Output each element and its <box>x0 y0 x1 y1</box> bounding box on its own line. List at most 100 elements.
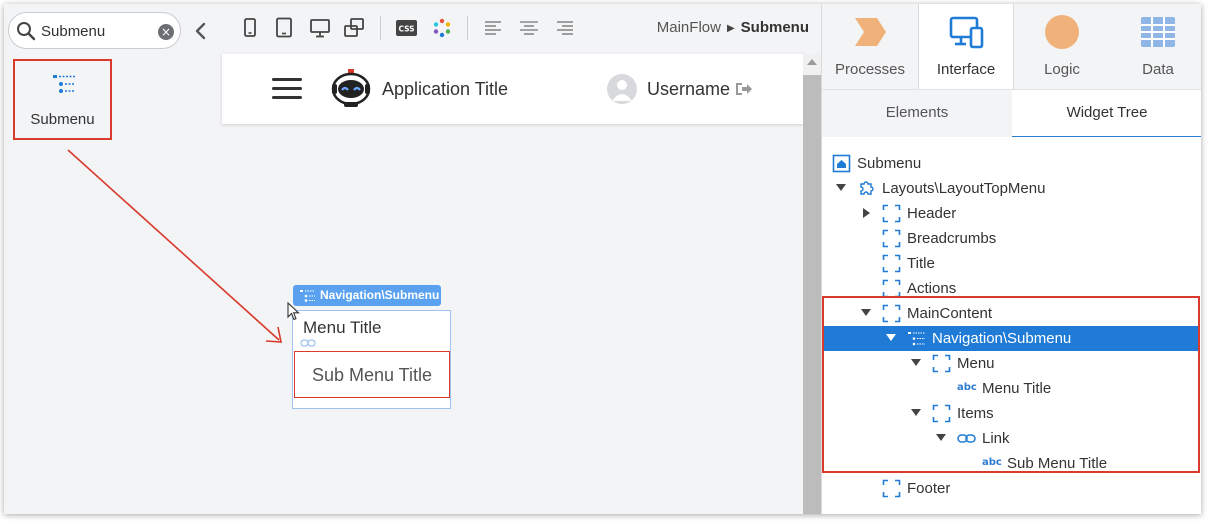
submenu-icon <box>53 75 75 93</box>
placeholder-icon <box>932 404 951 423</box>
expand-caret-icon[interactable] <box>836 184 846 191</box>
tree-item-sub-menu-title[interactable]: abc Sub Menu Title <box>822 451 1198 476</box>
tree-item-navigation-submenu[interactable]: Navigation\Submenu <box>822 326 1198 351</box>
tree-item-link[interactable]: Link <box>822 426 1198 451</box>
text-icon: abc <box>982 457 1002 468</box>
tree-item-footer[interactable]: Footer <box>822 476 1198 501</box>
tree-item-header[interactable]: Header <box>822 201 1198 226</box>
main-tabs: Processes Interface Logic Data <box>822 4 1201 89</box>
tab-logic[interactable]: Logic <box>1014 4 1110 89</box>
widget-search[interactable]: × <box>8 12 181 49</box>
widget-tile-label: Submenu <box>30 111 95 128</box>
widget-badge-label: Navigation\Submenu <box>320 288 440 302</box>
tree-item-label: Header <box>907 205 957 222</box>
sub-tabs: Elements Widget Tree <box>822 89 1201 138</box>
tree-item-breadcrumbs[interactable]: Breadcrumbs <box>822 226 1198 251</box>
widget-toolbox: × Submenu <box>4 4 222 514</box>
theme-icon[interactable] <box>430 17 454 39</box>
tree-item-menu[interactable]: Menu <box>822 351 1198 376</box>
block-icon <box>860 181 874 195</box>
tree-item-label: Breadcrumbs <box>907 230 997 247</box>
tree-item-label: MainContent <box>907 305 993 322</box>
avatar[interactable] <box>607 74 637 104</box>
tree-item-label: Navigation\Submenu <box>932 330 1072 347</box>
robot-logo-icon <box>331 69 371 107</box>
link-icon <box>300 339 316 347</box>
processes-icon <box>855 18 886 46</box>
placeholder-icon <box>882 304 901 323</box>
submenu-icon <box>300 290 315 302</box>
toolbar-divider <box>380 16 381 40</box>
tab-label: Data <box>1142 61 1174 78</box>
tab-elements[interactable]: Elements <box>822 90 1012 138</box>
expand-caret-icon[interactable] <box>936 434 946 441</box>
tab-data[interactable]: Data <box>1110 4 1201 89</box>
sub-menu-title[interactable]: Sub Menu Title <box>295 365 449 386</box>
tree-item-maincontent[interactable]: MainContent <box>822 301 1198 326</box>
placeholder-icon <box>882 279 901 298</box>
phone-icon[interactable] <box>238 17 262 39</box>
css-icon[interactable]: CSS <box>395 17 419 39</box>
align-right-icon[interactable] <box>552 17 576 39</box>
tree-item-actions[interactable]: Actions <box>822 276 1198 301</box>
logout-icon[interactable] <box>734 81 752 97</box>
tab-processes[interactable]: Processes <box>822 4 918 89</box>
app-header-preview[interactable]: Application Title Username <box>222 54 803 124</box>
tab-label: Logic <box>1044 61 1080 78</box>
placeholder-icon <box>882 229 901 248</box>
link-icon <box>957 434 976 443</box>
right-panel: Processes Interface Logic Data Elements … <box>821 4 1201 514</box>
expand-caret-icon[interactable] <box>911 409 921 416</box>
text-icon: abc <box>957 382 977 393</box>
tree-item-label: Footer <box>907 480 951 497</box>
expand-caret-icon[interactable] <box>863 208 870 218</box>
tree-item-submenu[interactable]: Submenu <box>822 151 1198 176</box>
expand-caret-icon[interactable] <box>911 359 921 366</box>
expand-caret-icon[interactable] <box>886 334 896 341</box>
tree-item-label: Title <box>907 255 935 272</box>
placeholder-icon <box>882 204 901 223</box>
breadcrumb-flow[interactable]: MainFlow <box>657 19 721 36</box>
logic-icon <box>1045 15 1079 49</box>
submenu-widget[interactable]: Menu Title Sub Menu Title <box>292 310 451 409</box>
username[interactable]: Username <box>647 79 730 100</box>
rotate-icon[interactable] <box>342 17 366 39</box>
css-icon-label: CSS <box>398 25 414 34</box>
align-center-icon[interactable] <box>517 17 541 39</box>
tree-item-layout[interactable]: Layouts\LayoutTopMenu <box>822 176 1198 201</box>
tab-interface[interactable]: Interface <box>918 4 1014 89</box>
breadcrumb: MainFlow ▶ Submenu <box>657 19 809 36</box>
tree-item-label: Menu <box>957 355 995 372</box>
tab-widget-tree[interactable]: Widget Tree <box>1012 90 1201 138</box>
tree-item-menu-title[interactable]: abc Menu Title <box>822 376 1198 401</box>
submenu-icon <box>908 332 925 346</box>
collapse-panel-icon[interactable] <box>193 20 209 42</box>
tab-label: Interface <box>936 61 996 78</box>
tree-item-label: Layouts\LayoutTopMenu <box>882 180 1046 197</box>
scroll-thumb[interactable] <box>803 75 821 514</box>
scroll-up-icon[interactable] <box>807 59 817 65</box>
screen-canvas[interactable]: Application Title Username <box>222 54 803 514</box>
user-icon <box>612 80 632 101</box>
clear-search-icon[interactable]: × <box>158 24 174 40</box>
canvas-scrollbar[interactable] <box>803 54 821 514</box>
desktop-icon[interactable] <box>308 17 332 39</box>
menu-title[interactable]: Menu Title <box>303 318 381 338</box>
tab-label: Processes <box>834 61 906 78</box>
interface-icon <box>949 16 984 49</box>
tree-item-items[interactable]: Items <box>822 401 1198 426</box>
tablet-icon[interactable] <box>272 17 296 39</box>
submenu-widget-tile[interactable]: Submenu <box>13 59 112 140</box>
search-input[interactable] <box>41 21 151 41</box>
tree-item-label: Sub Menu Title <box>1007 455 1108 472</box>
selected-widget-badge[interactable]: Navigation\Submenu <box>293 285 441 306</box>
submenu-item[interactable]: Sub Menu Title <box>294 351 450 398</box>
search-icon <box>17 22 36 41</box>
breadcrumb-separator-icon: ▶ <box>726 23 735 34</box>
canvas-toolbar: CSS MainFlow ▶ Submenu <box>222 4 821 54</box>
service-studio-window: × Submenu <box>4 4 1201 514</box>
expand-caret-icon[interactable] <box>861 309 871 316</box>
tree-item-title[interactable]: Title <box>822 251 1198 276</box>
align-left-icon[interactable] <box>482 17 506 39</box>
hamburger-menu-icon[interactable] <box>272 78 302 100</box>
